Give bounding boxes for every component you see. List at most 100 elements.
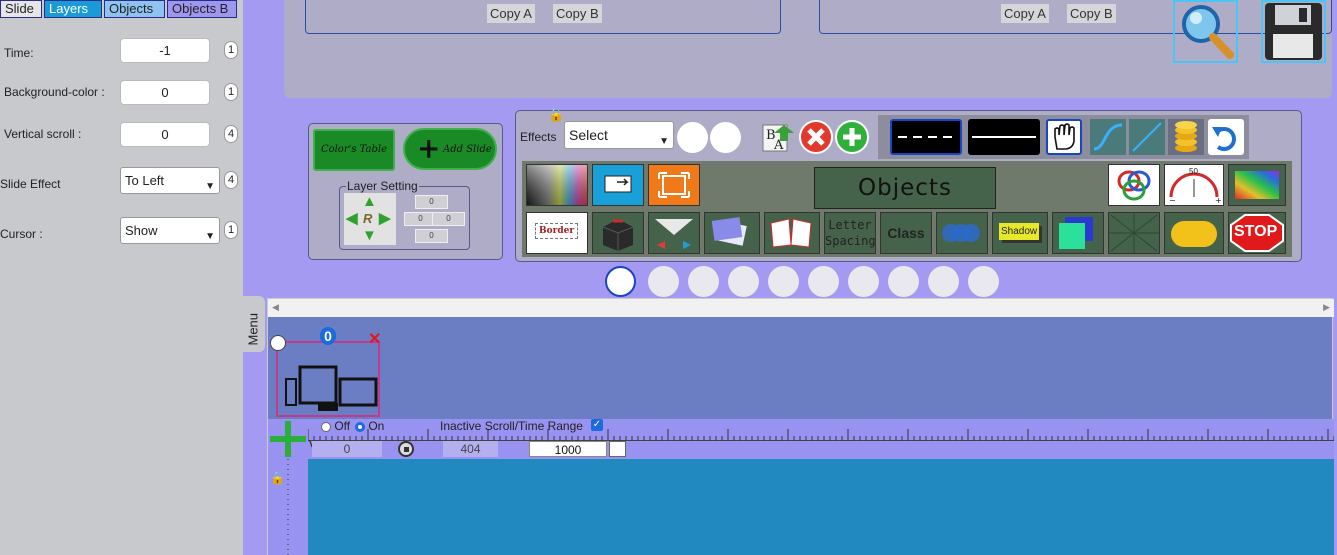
radial-lines-icon[interactable]	[1108, 212, 1160, 254]
class-button[interactable]: Class	[880, 212, 932, 254]
copy-b-button-left[interactable]: Copy B	[553, 4, 602, 23]
rings-icon[interactable]	[1108, 164, 1160, 206]
3d-box-icon[interactable]	[592, 212, 644, 254]
vertical-scroll-input[interactable]: 0	[120, 122, 210, 147]
tab-slide[interactable]: Slide	[0, 0, 42, 18]
copy-a-button-left[interactable]: Copy A	[487, 4, 535, 23]
undo-icon[interactable]	[1208, 119, 1244, 155]
stacked-cards-icon[interactable]	[704, 212, 760, 254]
colors-table-button[interactable]: Color's Table	[313, 129, 395, 171]
time-badge: 1	[224, 41, 238, 59]
timeline-off-label: Off	[334, 419, 351, 433]
stop-record-icon[interactable]	[398, 441, 414, 457]
tab-objects[interactable]: Objects	[104, 0, 165, 18]
color-gradient-icon[interactable]	[526, 164, 588, 206]
solid-line-icon[interactable]	[968, 119, 1040, 155]
move-screen-icon[interactable]	[592, 164, 644, 206]
layer-setting-title: Layer Setting	[346, 179, 419, 193]
dashed-line-icon[interactable]	[890, 119, 962, 155]
timeline-off-radio[interactable]: Off	[321, 419, 350, 433]
background-color-label: Background-color :	[4, 85, 105, 99]
page-dot-1[interactable]	[605, 266, 636, 297]
scroll-left-icon[interactable]: ◀	[272, 302, 279, 313]
page-dot-4[interactable]	[728, 266, 759, 297]
coins-stack-icon[interactable]	[1168, 119, 1204, 155]
add-keyframe-icon[interactable]	[268, 419, 308, 459]
copy-b-button-right[interactable]: Copy B	[1067, 4, 1116, 23]
search-zoom-icon[interactable]	[1173, 0, 1238, 63]
letter-spacing-line1: Letter	[828, 218, 872, 232]
effects-select[interactable]: Select ▼	[564, 121, 674, 149]
color-swatch-1[interactable]	[677, 122, 708, 153]
gauge-icon[interactable]: − + 50	[1164, 164, 1224, 206]
timeline-start-field[interactable]: 0	[312, 441, 382, 457]
save-floppy-icon[interactable]	[1261, 0, 1326, 63]
page-dot-10[interactable]	[968, 266, 999, 297]
shadow-button[interactable]: Shadow	[992, 212, 1048, 254]
page-dot-8[interactable]	[888, 266, 919, 297]
layer-y-bottom-field[interactable]: 0	[415, 229, 448, 243]
effects-panel: 🔓 Effects Select ▼ B A Objects − + 50 Bo…	[515, 107, 1302, 262]
rounded-shape-icon[interactable]	[1164, 212, 1224, 254]
letter-spacing-button[interactable]: Letter Spacing	[824, 212, 876, 254]
straight-line-icon[interactable]	[1129, 119, 1165, 155]
border-button[interactable]: Border	[526, 212, 588, 254]
layer-setting-group: Layer Setting ▲ ◀ R ▶ ▼ 0 0 0 0	[339, 179, 470, 250]
tab-layers[interactable]: Layers	[44, 0, 102, 18]
effects-grid: Objects − + 50 Border Letter Spacing Cla…	[522, 161, 1292, 257]
color-swatch-2[interactable]	[710, 122, 741, 153]
horizontal-scrollbar[interactable]: ◀ ▶	[268, 299, 1334, 317]
reset-r-icon[interactable]: R	[363, 211, 372, 226]
timeline-range-field[interactable]: 1000	[529, 441, 607, 457]
layer-x-right-field[interactable]: 0	[432, 212, 465, 226]
slide-effect-badge: 4	[224, 171, 238, 189]
curve-line-icon[interactable]	[1090, 119, 1126, 155]
vertical-scroll-badge: 4	[224, 125, 238, 143]
timeline-bar: Off On Inactive Scroll/Time Range ✓ V 0 …	[268, 419, 1335, 459]
arrow-left-icon[interactable]: ◀	[346, 211, 358, 226]
globe-icon[interactable]	[270, 335, 286, 351]
envelope-transition-icon[interactable]	[648, 212, 700, 254]
copy-box-right: Copy A Copy B	[819, 0, 1332, 34]
stop-button[interactable]: STOP	[1228, 212, 1286, 254]
close-icon[interactable]: ✕	[368, 332, 381, 348]
cursor-select[interactable]: Show ▼	[120, 217, 220, 244]
background-color-input[interactable]: 0	[120, 80, 210, 105]
objects-button[interactable]: Objects	[814, 167, 996, 209]
delete-icon[interactable]	[798, 119, 834, 155]
inactive-range-checkbox[interactable]: ✓	[591, 419, 603, 431]
time-input[interactable]: -1	[120, 38, 210, 63]
page-dot-9[interactable]	[928, 266, 959, 297]
tab-objects-b[interactable]: Objects B	[167, 0, 237, 18]
page-dot-3[interactable]	[688, 266, 719, 297]
stage-area[interactable]	[308, 459, 1334, 555]
page-dot-5[interactable]	[768, 266, 799, 297]
layer-y-top-field[interactable]: 0	[415, 195, 448, 209]
layers-flip-icon[interactable]	[1052, 212, 1104, 254]
arrow-up-icon[interactable]: ▲	[362, 194, 377, 209]
hand-pan-icon[interactable]	[1046, 119, 1082, 155]
blur-circles-icon[interactable]	[936, 212, 988, 254]
page-dot-6[interactable]	[808, 266, 839, 297]
timeline-on-radio[interactable]: On	[355, 419, 384, 433]
add-slide-button[interactable]: + Add Slide	[403, 128, 497, 170]
menu-tab[interactable]: Menu	[243, 296, 265, 352]
timeline-position-field[interactable]: 404	[443, 441, 498, 457]
rainbow-gradient-icon[interactable]	[1228, 164, 1286, 206]
tab-bar: Slide Layers Objects Objects B	[0, 0, 239, 18]
arrow-down-icon[interactable]: ▼	[362, 228, 377, 243]
timeline-color-box[interactable]	[609, 441, 626, 457]
lock-open-icon[interactable]: 🔓	[548, 107, 564, 123]
slide-thumbnail[interactable]	[276, 341, 380, 417]
swap-ba-icon[interactable]: B A	[760, 119, 796, 155]
fullscreen-icon[interactable]	[648, 164, 700, 206]
scroll-right-icon[interactable]: ▶	[1323, 302, 1330, 313]
open-book-icon[interactable]	[764, 212, 820, 254]
page-dot-2[interactable]	[648, 266, 679, 297]
background-color-badge: 1	[224, 83, 238, 101]
add-circle-icon[interactable]	[834, 119, 870, 155]
page-dot-7[interactable]	[848, 266, 879, 297]
slide-effect-select[interactable]: To Left ▼	[120, 167, 220, 194]
arrow-right-icon[interactable]: ▶	[379, 211, 391, 226]
copy-a-button-right[interactable]: Copy A	[1001, 4, 1049, 23]
